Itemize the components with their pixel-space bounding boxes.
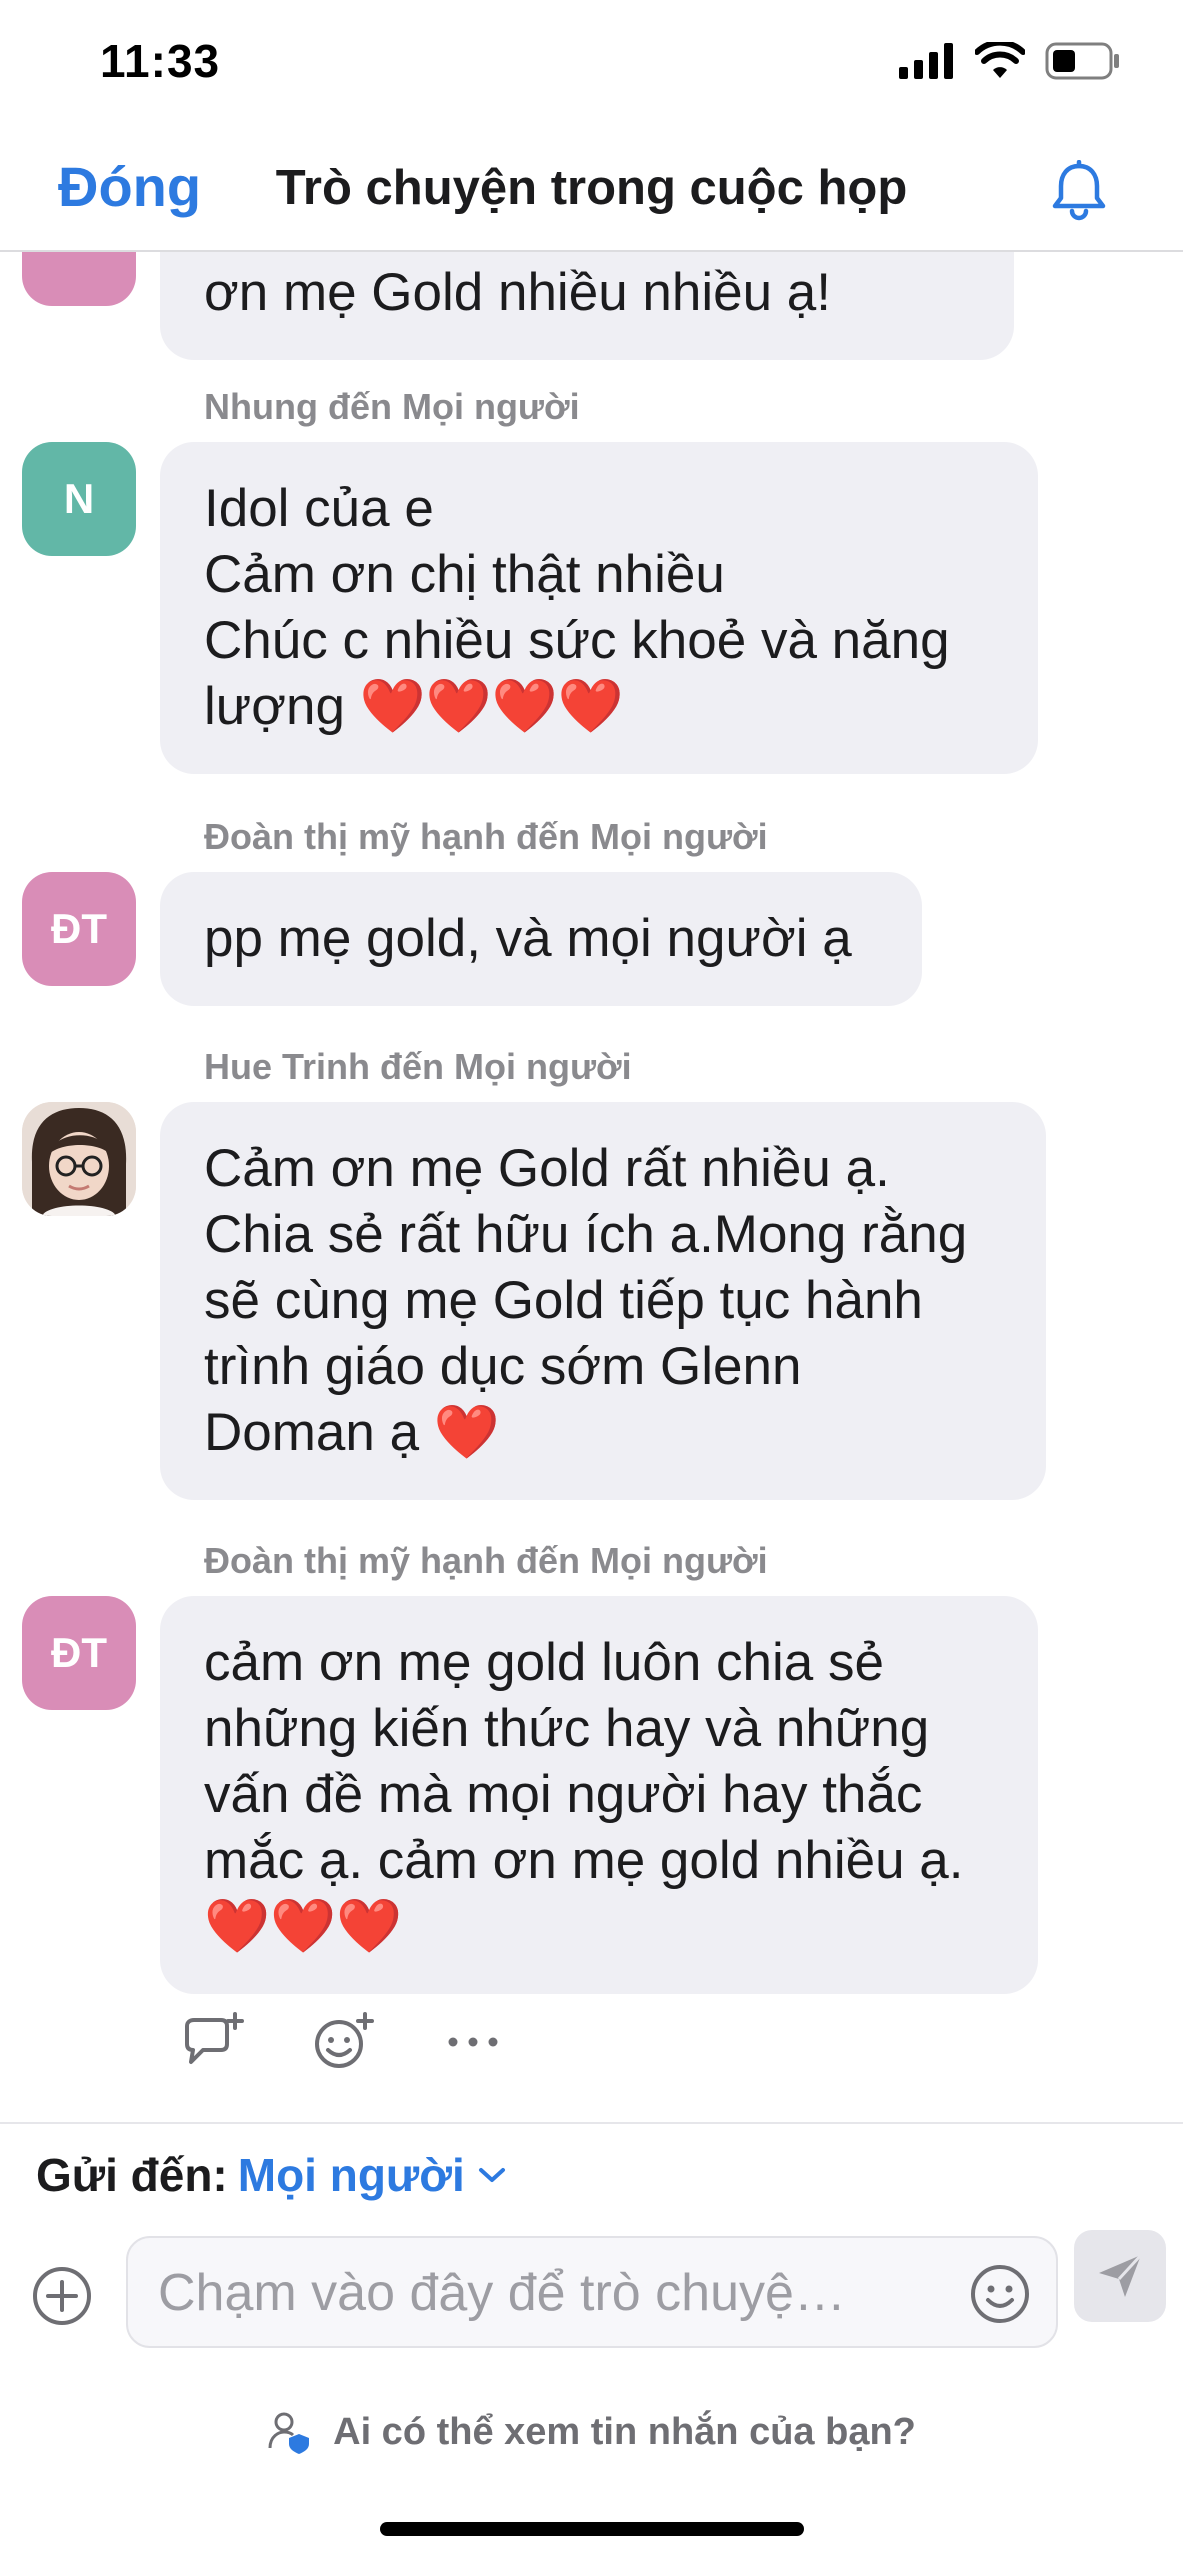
message-sender: Hue Trinh đến Mọi người [204, 1046, 632, 1087]
send-to-label: Gửi đến: [36, 2149, 228, 2201]
bell-icon [1052, 159, 1106, 221]
message-input-box[interactable] [126, 2236, 1058, 2348]
emoji-icon [971, 2265, 1029, 2323]
message-actions [178, 2007, 508, 2077]
send-button[interactable] [1074, 2230, 1166, 2322]
message-bubble[interactable]: pp mẹ gold, và mọi người ạ [160, 872, 922, 1006]
message-bubble[interactable]: Cảm ơn mẹ Gold rất nhiều ạ. Chia sẻ rất … [160, 1102, 1046, 1500]
battery-icon [1045, 42, 1119, 80]
message-bubble[interactable]: Idol của e Cảm ơn chị thật nhiều Chúc c … [160, 442, 1038, 774]
user-photo-icon [22, 1102, 136, 1216]
privacy-icon [268, 2412, 310, 2454]
send-to-row: Gửi đến: Mọi người [36, 2148, 509, 2202]
status-icons [899, 42, 1121, 80]
attach-button[interactable] [30, 2264, 94, 2328]
emoji-button[interactable] [968, 2262, 1032, 2326]
reply-button[interactable] [178, 2007, 248, 2077]
privacy-link[interactable]: Ai có thể xem tin nhắn của bạn? [0, 2410, 1183, 2454]
chat-message-list[interactable]: ơn mẹ Gold nhiều nhiều ạ! Nhung đến Mọi … [0, 252, 1183, 2122]
wifi-icon [975, 42, 1025, 78]
composer: Gửi đến: Mọi người Chạm vào đây để trò c… [0, 2122, 1183, 2560]
recipient-selector[interactable]: Mọi người [238, 2148, 465, 2202]
add-reaction-button[interactable] [308, 2007, 378, 2077]
status-time: 11:33 [100, 35, 221, 87]
avatar-initials: ĐT [51, 905, 107, 952]
avatar-initials: ĐT [51, 1629, 107, 1676]
avatar: ĐT [22, 872, 136, 986]
privacy-text: Ai có thể xem tin nhắn của bạn? [333, 2410, 916, 2453]
header: Đóng Trò chuyện trong cuộc họp [0, 130, 1183, 252]
avatar: ĐT [22, 1596, 136, 1710]
message-sender: Nhung đến Mọi người [204, 386, 580, 427]
send-icon [1099, 2253, 1143, 2297]
home-indicator [380, 2522, 804, 2536]
plus-circle-icon [33, 2267, 91, 2325]
page-title: Trò chuyện trong cuộc họp [275, 161, 908, 215]
message-input[interactable] [158, 2260, 958, 2326]
signal-icon [899, 43, 953, 79]
message-sender: Đoàn thị mỹ hạnh đến Mọi người [204, 816, 768, 857]
notification-button[interactable] [1049, 159, 1109, 227]
status-bar: 11:33 [0, 0, 1183, 130]
reply-icon [185, 2012, 244, 2064]
chevron-down-icon[interactable] [475, 2164, 509, 2186]
avatar-initials: N [63, 475, 95, 522]
more-icon [448, 2037, 498, 2047]
more-button[interactable] [438, 2007, 508, 2077]
avatar [22, 252, 136, 306]
avatar-photo [22, 1102, 136, 1216]
message-bubble[interactable]: ơn mẹ Gold nhiều nhiều ạ! [160, 252, 1014, 360]
message-bubble[interactable]: cảm ơn mẹ gold luôn chia sẻ những kiến t… [160, 1596, 1038, 1994]
add-reaction-icon [315, 2012, 374, 2068]
message-sender: Đoàn thị mỹ hạnh đến Mọi người [204, 1540, 768, 1581]
avatar: N [22, 442, 136, 556]
